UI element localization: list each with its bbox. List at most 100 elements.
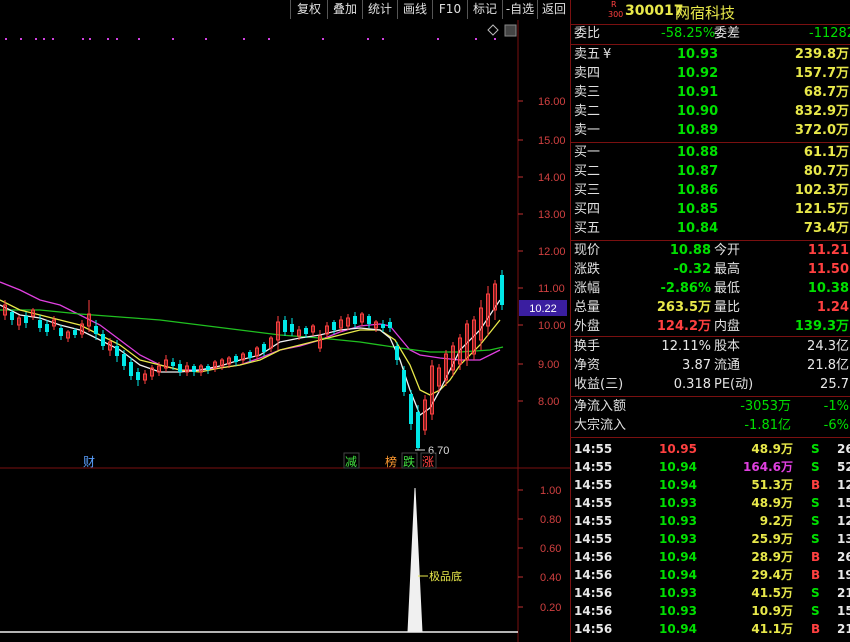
trade-count: 15 xyxy=(837,496,850,510)
stat-value: 263.5万 xyxy=(656,300,711,315)
buy-row: 买五 10.84 73.4万 xyxy=(571,220,850,238)
event-drop[interactable]: 跌 xyxy=(403,454,415,469)
indicator-tick-label: 0.20 xyxy=(540,602,561,614)
trade-row: 14:55 10.94 164.6万 S 52 xyxy=(571,458,850,476)
signal-dots xyxy=(5,38,496,40)
event-ranking[interactable]: 榜 xyxy=(385,454,397,469)
trade-volume: 48.9万 xyxy=(751,442,793,456)
sell-volume: 372.0万 xyxy=(794,123,849,138)
trade-time: 14:55 xyxy=(574,478,613,492)
flow-label: 净流入额 xyxy=(574,399,627,414)
stock-title: R 300 300017 网宿科技 xyxy=(571,0,850,24)
price-tick-label: 8.00 xyxy=(538,396,559,408)
stat-row: 涨幅 -2.86% 最低 10.38 xyxy=(571,280,850,298)
kline-chart[interactable]: 16.00 15.00 14.00 13.00 12.00 11.00 10.00 9.00 8… xyxy=(0,20,570,642)
stat-value: 10.88 xyxy=(669,243,711,258)
stock-name: 网宿科技 xyxy=(675,4,736,22)
trade-row: 14:55 10.93 25.9万 S 13 xyxy=(571,530,850,548)
sell-row: 卖二 10.90 832.9万 xyxy=(571,103,850,121)
indicator-tick-label: 1.00 xyxy=(540,485,561,497)
stat-row: 涨跌 -0.32 最高 11.50 xyxy=(571,261,850,279)
mark-button[interactable]: 标记 xyxy=(467,0,502,19)
flow-value: -1.81亿 xyxy=(744,418,791,433)
trade-price: 10.94 xyxy=(659,478,697,492)
diamond-icon[interactable] xyxy=(487,24,499,36)
price-tick-label: 12.00 xyxy=(538,246,566,258)
trade-price: 10.95 xyxy=(659,442,697,456)
trade-price: 10.94 xyxy=(659,622,697,636)
sell-volume: 239.8万 xyxy=(794,47,849,62)
signal-dot xyxy=(494,38,496,40)
trade-volume: 164.6万 xyxy=(743,460,793,474)
trade-side: S xyxy=(811,532,820,546)
signal-dot xyxy=(322,38,324,40)
trade-time: 14:55 xyxy=(574,460,613,474)
trade-side: S xyxy=(811,604,820,618)
indicator-tick-label: 0.80 xyxy=(540,514,561,526)
stat-row: 收益(三) 0.318 PE(动) 25.7 xyxy=(571,376,850,394)
trade-row: 14:55 10.94 51.3万 B 12 xyxy=(571,476,850,494)
sell-price: 10.89 xyxy=(677,123,719,138)
buy-volume: 80.7万 xyxy=(803,164,849,179)
stat-row: 外盘 124.2万 内盘 139.3万 xyxy=(571,318,850,336)
buy-level-label: 买二 xyxy=(574,164,601,179)
trade-side: S xyxy=(811,514,820,528)
ma-line-yellow xyxy=(0,299,501,396)
stat-label: 股本 xyxy=(714,339,741,354)
signal-dot xyxy=(43,38,45,40)
statistics-button[interactable]: 统计 xyxy=(362,0,397,19)
trade-time: 14:56 xyxy=(574,568,613,582)
window-toggle-icon[interactable] xyxy=(504,24,517,37)
draw-line-button[interactable]: 画线 xyxy=(397,0,432,19)
stat-label: 现价 xyxy=(574,243,601,258)
trade-price: 10.93 xyxy=(659,532,697,546)
trade-count: 21 xyxy=(837,586,850,600)
flow-label: 大宗流入 xyxy=(574,418,627,433)
price-tick-label: 10.00 xyxy=(538,320,566,332)
sell-level-label: 卖四 xyxy=(574,66,601,81)
signal-dot xyxy=(382,38,384,40)
flow-row: 净流入额 -3053万 -1% xyxy=(571,398,850,416)
trade-time: 14:56 xyxy=(574,550,613,564)
trade-row: 14:55 10.93 48.9万 S 15 xyxy=(571,494,850,512)
fuquan-button[interactable]: 复权 xyxy=(290,0,327,19)
sell-row: 卖四 10.92 157.7万 xyxy=(571,65,850,83)
trade-side: B xyxy=(811,568,821,582)
weicha-value: -11282 xyxy=(809,26,850,41)
stat-label: 涨跌 xyxy=(574,262,601,277)
stat-row: 现价 10.88 今开 11.21 xyxy=(571,242,850,260)
back-button[interactable]: 返回 xyxy=(537,0,570,19)
add-watchlist-button[interactable]: -自选 xyxy=(502,0,537,19)
signal-dot xyxy=(89,38,91,40)
trade-side: S xyxy=(811,460,820,474)
trade-row: 14:56 10.94 28.9万 B 26 xyxy=(571,548,850,566)
buy-price: 10.87 xyxy=(677,164,719,179)
trade-price: 10.93 xyxy=(659,496,697,510)
signal-dot xyxy=(116,38,118,40)
stat-value: 21.8亿 xyxy=(807,358,849,373)
event-reduce[interactable]: 减 xyxy=(345,455,357,469)
market-badge-top: R xyxy=(611,0,617,9)
f10-button[interactable]: F10 xyxy=(432,0,467,19)
event-earnings[interactable]: 财 xyxy=(83,455,95,469)
signal-dot xyxy=(268,38,270,40)
stat-value: 12.11% xyxy=(661,339,711,354)
event-rise[interactable]: 涨 xyxy=(422,454,434,469)
price-tick-label: 11.00 xyxy=(538,283,565,295)
signal-dot xyxy=(437,38,439,40)
trade-price: 10.94 xyxy=(659,550,697,564)
trade-count: 12 xyxy=(837,514,850,528)
signal-dot xyxy=(243,38,245,40)
buy-row: 买三 10.86 102.3万 xyxy=(571,182,850,200)
stat-value: 3.87 xyxy=(682,358,711,373)
trade-count: 52 xyxy=(837,460,850,474)
stat-value: 139.3万 xyxy=(794,319,849,334)
buy-level-label: 买五 xyxy=(574,221,601,236)
signal-dot xyxy=(367,38,369,40)
chart-toolbar: 复权 叠加 统计 画线 F10 标记 -自选 返回 xyxy=(0,0,570,20)
sell-level-label: 卖一 xyxy=(574,123,601,138)
trade-volume: 48.9万 xyxy=(751,496,793,510)
price-tick-label: 15.00 xyxy=(538,135,566,147)
overlay-button[interactable]: 叠加 xyxy=(327,0,362,19)
market-badge-bottom: 300 xyxy=(608,10,624,19)
